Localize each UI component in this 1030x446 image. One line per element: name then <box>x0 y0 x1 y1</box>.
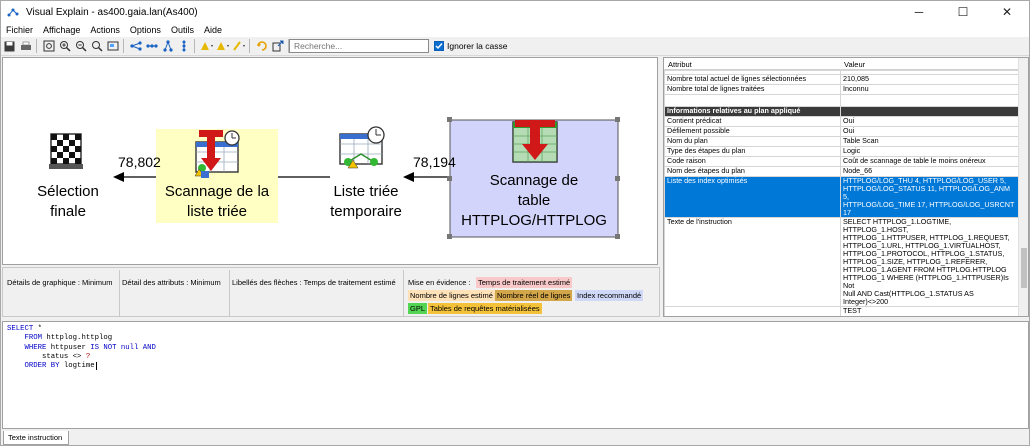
diagram-canvas <box>49 117 620 239</box>
highlight-estimated-time[interactable]: Temps de traitement estimé <box>476 277 573 288</box>
node-sorted-list-scan[interactable]: Scannage de la liste triée <box>156 182 278 222</box>
graph-vertical-icon[interactable] <box>176 39 191 54</box>
menu-options[interactable]: Options <box>125 25 166 35</box>
ignore-case-label: Ignorer la casse <box>447 41 508 51</box>
table-row-selected[interactable]: Liste des index optimisés HTTPLOG/LOG_TH… <box>664 176 1019 218</box>
maximize-button[interactable]: ☐ <box>941 1 985 23</box>
table-row[interactable]: Nombre total de lignes traitées Inconnu <box>664 84 1019 95</box>
diagram-panel[interactable]: Sélection finale Scannage de la liste tr… <box>2 57 658 265</box>
statement-text: SELECT HTTPLOG_1.LOGTIME, HTTPLOG_1.HOST… <box>840 217 1019 307</box>
edge-label-rows: 78,194 <box>413 154 456 170</box>
search-input[interactable] <box>289 39 429 53</box>
table-row[interactable]: Nom du plan Table Scan <box>664 136 1019 147</box>
overview-icon[interactable] <box>105 39 120 54</box>
edge-label-rows: 78,802 <box>118 154 161 170</box>
save-icon[interactable] <box>2 39 17 54</box>
scrollbar-thumb[interactable] <box>1021 248 1027 288</box>
table-row[interactable]: Nombre total actuel de lignes sélectionn… <box>664 74 1019 85</box>
table-row[interactable] <box>664 94 1019 107</box>
checkmark-icon <box>435 43 443 50</box>
close-button[interactable]: ✕ <box>985 1 1029 23</box>
toolbar: Ignorer la casse <box>1 37 1029 56</box>
refresh-icon[interactable] <box>254 39 269 54</box>
highlight-cost-icon[interactable] <box>199 39 214 54</box>
attributes-scrollbar[interactable] <box>1018 58 1028 316</box>
visual-explain-app-icon <box>7 6 19 18</box>
temporary-sorted-list-icon <box>339 126 385 169</box>
edge-arrowhead <box>403 172 414 182</box>
checkered-flag-icon <box>49 133 83 169</box>
table-row[interactable]: Contient prédicat Oui <box>664 116 1019 127</box>
highlight-actual-rows[interactable]: Nombre réel de lignes <box>495 290 573 301</box>
menu-actions[interactable]: Actions <box>85 25 125 35</box>
menu-aide[interactable]: Aide <box>199 25 227 35</box>
tab-statement-text[interactable]: Texte instruction <box>3 431 69 445</box>
node-table-scan[interactable]: Scannage de table HTTPLOG/HTTPLOG <box>450 171 618 231</box>
menu-bar: Fichier Affichage Actions Options Outils… <box>1 23 1029 37</box>
highlight-rows-icon[interactable] <box>215 39 230 54</box>
node-temporary-sorted-list[interactable]: Liste triée temporaire <box>316 182 416 222</box>
table-row[interactable]: TEST <box>664 306 1019 316</box>
attributes-table: Nombre total actuel de lignes sélectionn… <box>664 70 1019 316</box>
sql-statement-editor[interactable]: SELECT * FROM httplog.httplog WHERE http… <box>2 321 1029 429</box>
arrow-labels-label: Libellés des flèches : Temps de traiteme… <box>232 278 396 287</box>
sql-line: WHERE httpuser IS NOT null AND <box>24 343 156 352</box>
minimize-button[interactable]: ─ <box>897 1 941 23</box>
highlight-recommended-index[interactable]: Index recommandé <box>575 290 644 301</box>
table-row[interactable]: Code raison Coût de scannage de table le … <box>664 156 1019 167</box>
highlight-title: Mise en évidence : <box>408 278 471 287</box>
highlight-index-icon[interactable] <box>231 39 246 54</box>
highlight-mqt[interactable]: Tables de requêtes matérialisées <box>428 303 542 314</box>
sql-line: FROM httplog.httplog <box>24 334 113 343</box>
zoom-out-icon[interactable] <box>73 39 88 54</box>
sql-line: SELECT * <box>7 325 43 333</box>
export-icon[interactable] <box>270 39 285 54</box>
window-title: Visual Explain - as400.gaia.lan(As400) <box>26 6 198 18</box>
table-row[interactable]: Nom des étapes du plan Node_66 <box>664 166 1019 177</box>
menu-affichage[interactable]: Affichage <box>38 25 85 35</box>
highlight-gpl[interactable]: GPL <box>408 303 428 314</box>
table-scan-icon <box>512 120 558 163</box>
zoom-icon[interactable] <box>89 39 104 54</box>
text-cursor <box>95 362 97 371</box>
value-column-header[interactable]: Valeur <box>844 60 865 69</box>
ignore-case-checkbox[interactable] <box>434 41 444 51</box>
menu-outils[interactable]: Outils <box>166 25 199 35</box>
title-bar: Visual Explain - as400.gaia.lan(As400) ─… <box>1 1 1029 23</box>
node-final-selection[interactable]: Sélection finale <box>23 182 113 222</box>
table-row[interactable]: Texte de l'instruction SELECT HTTPLOG_1.… <box>664 217 1019 307</box>
attribute-detail-label: Détail des attributs : Minimum <box>122 278 221 287</box>
table-row[interactable]: Défilement possible Oui <box>664 126 1019 137</box>
graph-tree-icon[interactable] <box>160 39 175 54</box>
sql-line: ORDER BY logtime <box>24 362 97 371</box>
menu-fichier[interactable]: Fichier <box>1 25 38 35</box>
edge-arrowhead <box>113 172 124 182</box>
attributes-panel: Attribut Valeur Nombre total actuel de l… <box>663 57 1029 317</box>
table-row[interactable]: Type des étapes du plan Logic <box>664 146 1019 157</box>
graphic-detail-label: Détails de graphique : Minimum <box>7 278 113 287</box>
zoom-fit-icon[interactable] <box>41 39 56 54</box>
highlight-estimated-rows[interactable]: Nombre de lignes estimé <box>408 290 495 301</box>
optimized-index-list: HTTPLOG/LOG_THU 4, HTTPLOG/LOG_USER 5, H… <box>840 176 1019 218</box>
section-row[interactable]: Informations relatives au plan appliqué <box>664 106 1019 117</box>
attributes-header: Attribut Valeur <box>664 58 1028 70</box>
legend-panel: Détails de graphique : Minimum Détail de… <box>2 267 660 317</box>
app-window: Visual Explain - as400.gaia.lan(As400) ─… <box>0 0 1030 446</box>
graph-horizontal-icon[interactable] <box>144 39 159 54</box>
graph-layout-icon[interactable] <box>128 39 143 54</box>
zoom-in-icon[interactable] <box>57 39 72 54</box>
sql-line: status <> ? <box>7 352 91 361</box>
attribute-column-header[interactable]: Attribut <box>668 60 692 69</box>
print-icon[interactable] <box>18 39 33 54</box>
